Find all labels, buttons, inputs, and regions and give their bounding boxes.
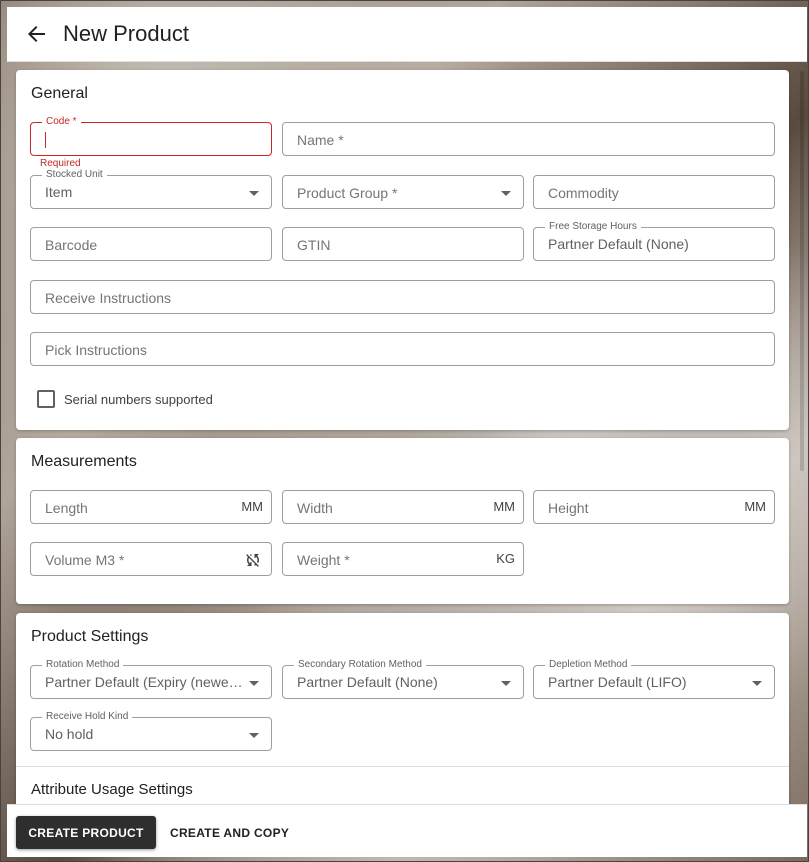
receive-instructions-placeholder: Receive Instructions [45,290,172,306]
length-field[interactable]: Length MM [30,490,272,524]
height-field[interactable]: Height MM [533,490,775,524]
volume-field[interactable]: Volume M3 * [30,542,272,576]
product-settings-title: Product Settings [31,628,149,645]
commodity-field[interactable]: Commodity [533,175,775,209]
commodity-placeholder: Commodity [548,185,619,201]
product-group-placeholder: Product Group * [297,185,398,201]
stocked-unit-value: Item [45,184,73,200]
receive-hold-kind-value: No hold [45,726,94,742]
name-field[interactable]: Name * [282,122,775,156]
create-product-button[interactable]: CREATE PRODUCT [16,816,156,849]
rotation-method-value: Partner Default (Expiry (newest first)) [45,674,245,690]
sync-off-icon[interactable] [244,551,262,569]
secondary-rotation-method-value: Partner Default (None) [297,674,438,690]
free-storage-hours-field[interactable]: Free Storage Hours Partner Default (None… [533,221,775,261]
rotation-method-select[interactable]: Rotation Method Partner Default (Expiry … [30,659,272,699]
measurements-card: Measurements Length MM Width MM Height M… [16,438,789,604]
stocked-unit-label: Stocked Unit [42,169,107,181]
product-group-select[interactable]: Product Group * [282,175,524,209]
secondary-rotation-method-select[interactable]: Secondary Rotation Method Partner Defaul… [282,659,524,699]
width-field[interactable]: Width MM [282,490,524,524]
serial-numbers-checkbox[interactable] [37,390,55,408]
code-label: Code * [42,116,81,128]
barcode-placeholder: Barcode [45,237,98,253]
app-window: New Product General Code * Required Name… [0,0,809,862]
free-storage-hours-label: Free Storage Hours [545,221,641,233]
pick-instructions-placeholder: Pick Instructions [45,342,147,358]
product-settings-card: Product Settings Rotation Method Partner… [16,613,789,813]
length-placeholder: Length [45,500,88,516]
top-bar: New Product [7,7,807,62]
width-placeholder: Width [297,500,333,516]
depletion-method-select[interactable]: Depletion Method Partner Default (LIFO) [533,659,775,699]
general-card: General Code * Required Name * Stocked U… [16,70,789,430]
name-placeholder: Name * [297,132,344,148]
back-button[interactable] [25,22,49,46]
depletion-method-label: Depletion Method [545,659,632,671]
height-placeholder: Height [548,500,589,516]
code-error: Required [40,158,81,169]
arrow-left-icon [28,26,45,42]
general-title: General [31,85,88,102]
length-unit: MM [241,499,263,514]
action-bar: CREATE PRODUCT CREATE AND COPY [7,804,807,857]
free-storage-hours-value: Partner Default (None) [548,236,689,252]
secondary-rotation-method-label: Secondary Rotation Method [294,659,426,671]
gtin-field[interactable]: GTIN [282,227,524,261]
text-cursor [45,132,46,148]
chevron-down-icon [501,191,511,196]
chevron-down-icon [249,681,259,686]
measurements-title: Measurements [31,453,137,470]
weight-field[interactable]: Weight * KG [282,542,524,576]
receive-hold-kind-label: Receive Hold Kind [42,711,133,723]
receive-hold-kind-select[interactable]: Receive Hold Kind No hold [30,711,272,751]
scrollbar-thumb[interactable] [800,71,804,471]
weight-unit: KG [496,551,515,566]
width-unit: MM [493,499,515,514]
attribute-usage-title: Attribute Usage Settings [31,781,193,798]
rotation-method-label: Rotation Method [42,659,124,671]
chevron-down-icon [249,191,259,196]
barcode-field[interactable]: Barcode [30,227,272,261]
depletion-method-value: Partner Default (LIFO) [548,674,687,690]
stocked-unit-select[interactable]: Stocked Unit Item [30,169,272,209]
gtin-placeholder: GTIN [297,237,331,253]
chevron-down-icon [249,733,259,738]
pick-instructions-field[interactable]: Pick Instructions [30,332,775,366]
create-and-copy-button[interactable]: CREATE AND COPY [160,816,299,849]
weight-placeholder: Weight * [297,552,350,568]
code-field[interactable]: Code * [30,116,272,156]
section-divider [16,766,789,767]
page-title: New Product [63,21,189,46]
chevron-down-icon [752,681,762,686]
receive-instructions-field[interactable]: Receive Instructions [30,280,775,314]
volume-placeholder: Volume M3 * [45,552,125,568]
serial-numbers-label: Serial numbers supported [64,392,213,407]
chevron-down-icon [501,681,511,686]
height-unit: MM [744,499,766,514]
